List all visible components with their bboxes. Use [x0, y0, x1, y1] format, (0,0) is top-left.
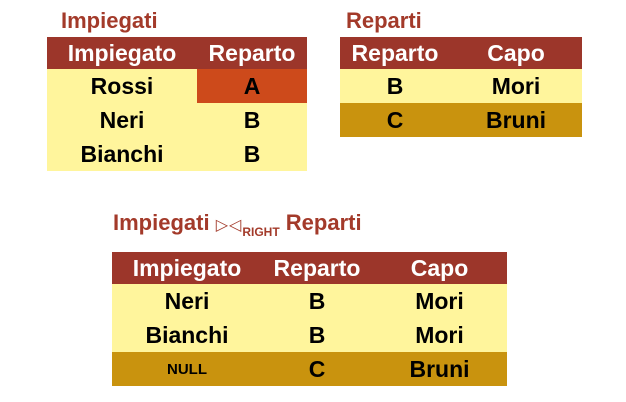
cell-reparto: B [340, 69, 450, 103]
cell-impiegato: Rossi [47, 69, 197, 103]
column-header-capo: Capo [372, 252, 507, 284]
cell-impiegato: Neri [112, 284, 262, 318]
cell-capo: Bruni [372, 352, 507, 386]
table-row: C Bruni [340, 103, 582, 137]
column-header-impiegato: Impiegato [47, 37, 197, 69]
table-header-row: Impiegato Reparto [47, 37, 307, 69]
impiegati-table: Impiegato Reparto Rossi A Neri B Bianchi… [47, 37, 307, 171]
cell-capo: Mori [372, 318, 507, 352]
reparti-title: Reparti [346, 8, 422, 33]
table-row: Bianchi B [47, 137, 307, 171]
cell-impiegato: Bianchi [47, 137, 197, 171]
cell-capo: Bruni [450, 103, 582, 137]
table-row: Bianchi B Mori [112, 318, 507, 352]
table-row: Rossi A [47, 69, 307, 103]
result-title: Impiegati ▷◁RIGHT Reparti [113, 210, 362, 240]
impiegati-title: Impiegati [61, 8, 158, 33]
cell-capo: Mori [450, 69, 582, 103]
table-row: B Mori [340, 69, 582, 103]
table-row: Neri B Mori [112, 284, 507, 318]
cell-reparto: B [197, 103, 307, 137]
right-join-operator-icon: ▷◁ [215, 217, 243, 234]
cell-reparto: B [262, 318, 372, 352]
cell-reparto: C [340, 103, 450, 137]
column-header-capo: Capo [450, 37, 582, 69]
table-row: Neri B [47, 103, 307, 137]
cell-reparto-highlighted: A [197, 69, 307, 103]
join-type-subscript: RIGHT [242, 225, 280, 239]
result-title-right: Reparti [285, 210, 362, 235]
cell-reparto: B [197, 137, 307, 171]
column-header-reparto: Reparto [262, 252, 372, 284]
column-header-reparto: Reparto [197, 37, 307, 69]
table-header-row: Impiegato Reparto Capo [112, 252, 507, 284]
cell-reparto: C [262, 352, 372, 386]
column-header-impiegato: Impiegato [112, 252, 262, 284]
reparti-table: Reparto Capo B Mori C Bruni [340, 37, 582, 137]
column-header-reparto: Reparto [340, 37, 450, 69]
cell-impiegato: Neri [47, 103, 197, 137]
table-row: NULL C Bruni [112, 352, 507, 386]
cell-impiegato-null: NULL [112, 352, 262, 386]
result-table: Impiegato Reparto Capo Neri B Mori Bianc… [112, 252, 507, 386]
cell-capo: Mori [372, 284, 507, 318]
cell-impiegato: Bianchi [112, 318, 262, 352]
result-title-left: Impiegati [113, 210, 210, 235]
table-header-row: Reparto Capo [340, 37, 582, 69]
cell-reparto: B [262, 284, 372, 318]
